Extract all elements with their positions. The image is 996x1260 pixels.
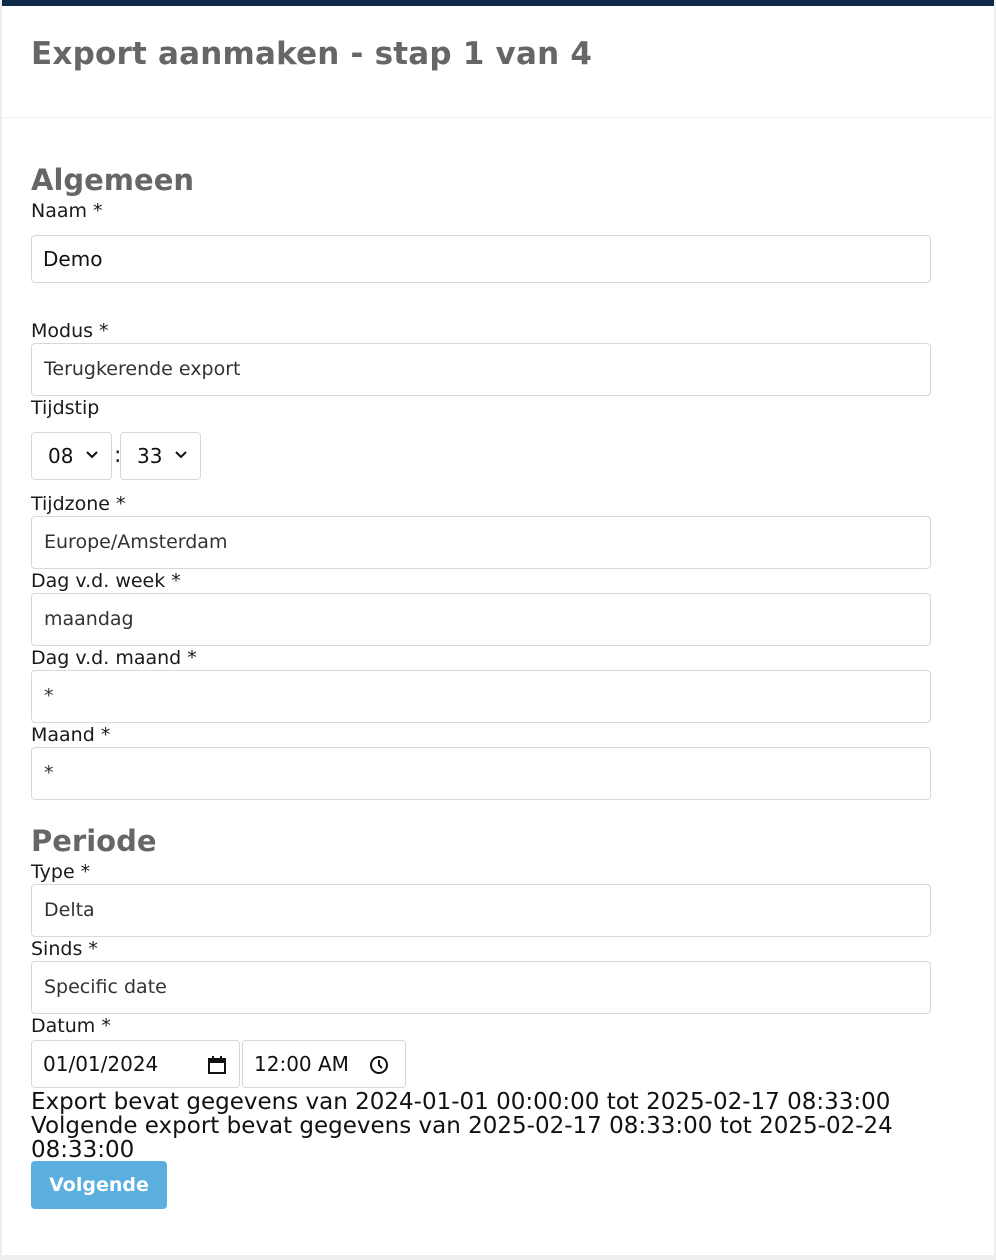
clock-icon[interactable] [369, 1055, 389, 1075]
time-label: Tijdstip [31, 397, 100, 419]
weekday-select[interactable]: maandag [31, 593, 931, 646]
monthday-label: Dag v.d. maand * [31, 647, 197, 669]
next-export-range-text: Volgende export bevat gegevens van 2025-… [31, 1113, 893, 1163]
time-value: 12:00 AM [254, 1052, 349, 1076]
hour-value: 08 [48, 444, 74, 468]
timezone-label: Tijdzone * [31, 493, 126, 515]
month-select[interactable]: * [31, 747, 931, 800]
export-range-text: Export bevat gegevens van 2024-01-01 00:… [31, 1089, 891, 1115]
weekday-label: Dag v.d. week * [31, 570, 181, 592]
name-input[interactable] [31, 235, 931, 283]
month-label: Maand * [31, 724, 111, 746]
since-select[interactable]: Specific date [31, 961, 931, 1014]
chevron-down-icon [175, 451, 187, 459]
mode-select[interactable]: Terugkerende export [31, 343, 931, 396]
section-title-period: Periode [31, 824, 157, 858]
type-select[interactable]: Delta [31, 884, 931, 937]
timezone-select[interactable]: Europe/Amsterdam [31, 516, 931, 569]
section-title-general: Algemeen [31, 163, 195, 197]
since-label: Sinds * [31, 938, 98, 960]
date-input[interactable]: 01/01/2024 [31, 1040, 240, 1088]
type-label: Type * [31, 861, 91, 883]
chevron-down-icon [86, 451, 98, 459]
calendar-icon[interactable] [207, 1055, 227, 1075]
monthday-select[interactable]: * [31, 670, 931, 723]
minute-value: 33 [137, 444, 163, 468]
date-value: 01/01/2024 [43, 1052, 159, 1076]
date-label: Datum * [31, 1015, 111, 1037]
minute-select[interactable]: 33 [120, 432, 201, 480]
time-input[interactable]: 12:00 AM [242, 1040, 406, 1088]
name-label: Naam * [31, 200, 103, 222]
card-header: Export aanmaken - stap 1 van 4 [2, 6, 994, 118]
hour-select[interactable]: 08 [31, 432, 112, 480]
next-button[interactable]: Volgende [31, 1161, 167, 1209]
page-title: Export aanmaken - stap 1 van 4 [31, 36, 593, 72]
mode-label: Modus * [31, 320, 109, 342]
